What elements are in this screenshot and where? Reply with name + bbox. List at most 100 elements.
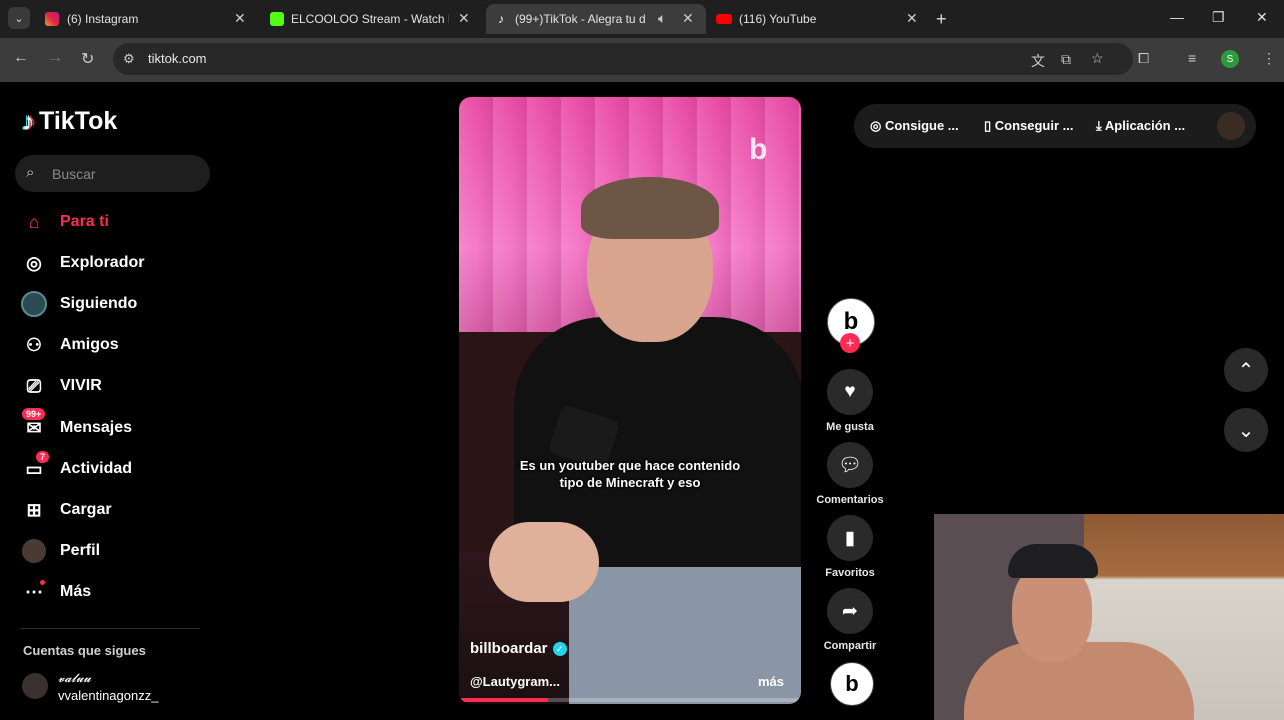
new-tab-button[interactable]: + (936, 9, 947, 30)
get-app-button[interactable]: ▯ Conseguir ... (984, 118, 1074, 134)
search-placeholder: Buscar (52, 166, 96, 182)
search-input[interactable]: ⌕ Buscar (15, 155, 210, 192)
tab-label: (116) YouTube (739, 12, 817, 26)
tab-instagram[interactable]: (6) Instagram ✕ (0, 4, 246, 34)
nav-label: Cargar (60, 501, 112, 518)
bookmark-icon: ▮ (844, 527, 856, 549)
extensions-icon[interactable]: ⧠ (1138, 50, 1149, 67)
nav-amigos[interactable]: ⚇ Amigos (20, 331, 119, 359)
webcam-overlay (934, 514, 1284, 720)
kick-favicon-icon (270, 12, 284, 26)
tab-youtube[interactable]: (116) YouTube ✕ (706, 4, 928, 34)
following-avatar-icon (20, 290, 48, 318)
video-description[interactable]: @Lautygram... (470, 674, 560, 689)
profile-avatar-icon[interactable]: S (1221, 50, 1239, 68)
bookmark-star-icon[interactable]: ☆ (1091, 50, 1104, 67)
tiktok-favicon-icon: ♪ (498, 12, 504, 26)
nav-cargar[interactable]: ⊞ Cargar (20, 496, 112, 524)
translate-icon[interactable]: 文 (1031, 51, 1045, 71)
tab-label: ELCOOLOO Stream - Watch Live (291, 12, 449, 26)
tab-close-icon[interactable]: ✕ (458, 10, 470, 27)
get-app-label: Conseguir ... (994, 118, 1074, 133)
video-author[interactable]: billboardar ✓ (470, 640, 567, 657)
get-coins-button[interactable]: ◎ Consigue ... (870, 118, 959, 134)
webcam-person-cap (1008, 544, 1098, 578)
next-video-button[interactable]: ⌄ (1224, 408, 1268, 452)
billboard-watermark-icon: b (749, 133, 768, 166)
share-button[interactable]: ➦ (827, 588, 873, 634)
reload-icon[interactable]: ↻ (81, 49, 94, 69)
previous-video-button[interactable]: ⌃ (1224, 348, 1268, 392)
nav-explorador[interactable]: ◎ Explorador (20, 249, 144, 277)
nav-vivir[interactable]: ⎚ VIVIR (20, 372, 102, 400)
video-more-link[interactable]: más (758, 674, 784, 689)
nav-siguiendo[interactable]: Siguiendo (20, 290, 137, 318)
video-progress-fill (459, 698, 548, 702)
music-disc-icon[interactable]: b (830, 662, 874, 706)
account-nickname[interactable]: 𝓿𝓪𝓵𝓾𝓾 (58, 671, 91, 686)
video-progress-bar[interactable] (459, 698, 801, 702)
share-label: Compartir (823, 640, 877, 652)
nav-para-ti[interactable]: ⌂ Para ti (20, 208, 109, 236)
back-icon[interactable]: ← (13, 49, 29, 67)
nav-label: Amigos (60, 336, 119, 353)
install-app-icon[interactable]: ⧉ (1061, 51, 1071, 68)
like-button[interactable]: ♥ (827, 369, 873, 415)
comments-button[interactable]: 💬︎ (827, 442, 873, 488)
nav-label: Actividad (60, 460, 133, 477)
messages-badge: 99+ (22, 408, 46, 420)
comments-label: Comentarios (816, 494, 884, 506)
account-avatar[interactable] (22, 673, 48, 699)
tiktok-logo[interactable]: ♪ TikTok (22, 106, 117, 137)
url-text[interactable]: tiktok.com (148, 51, 207, 66)
video-player[interactable]: b Es un youtuber que hace contenido tipo… (459, 97, 801, 704)
share-icon: ➦ (842, 600, 858, 622)
account-username[interactable]: vvalentinagonzz_ (58, 688, 158, 703)
tab-close-icon[interactable]: ✕ (906, 10, 918, 27)
webcam-person-body (964, 642, 1194, 720)
forward-icon[interactable]: → (47, 49, 63, 67)
sidebar-divider (20, 628, 200, 629)
download-app-button[interactable]: ⤓ Aplicación ... (1096, 118, 1185, 134)
user-avatar[interactable] (1217, 112, 1245, 140)
home-icon: ⌂ (28, 211, 40, 232)
video-person-hair (581, 177, 719, 239)
following-accounts-header: Cuentas que sigues (23, 643, 146, 658)
browser-toolbar: ← → ↻ ⚙ tiktok.com 文 ⧉ ☆ ⧠ ≡ S ⋮ (0, 38, 1284, 82)
minimize-icon[interactable]: — (1170, 9, 1184, 25)
nav-perfil[interactable]: Perfil (20, 537, 100, 565)
nav-mas[interactable]: ⋯ Más (20, 578, 91, 606)
coin-icon: ◎ (870, 118, 885, 133)
close-window-icon[interactable]: ✕ (1256, 9, 1268, 26)
tab-tiktok[interactable]: ♪ (99+)TikTok - Alegra tu día 🔈︎ ✕ (486, 4, 706, 34)
site-info-icon[interactable]: ⚙ (123, 51, 135, 67)
tab-elcooloo-stream[interactable]: ELCOOLOO Stream - Watch Live ✕ (222, 4, 470, 34)
nav-label: Perfil (60, 542, 101, 559)
upload-icon: ⊞ (26, 499, 42, 520)
favorites-button[interactable]: ▮ (827, 515, 873, 561)
comment-icon: 💬︎ (837, 455, 863, 476)
tiktok-logo-text: TikTok (39, 107, 118, 135)
media-controls-icon[interactable]: ≡ (1188, 50, 1196, 66)
tab-label: (99+)TikTok - Alegra tu día (515, 12, 645, 26)
like-label: Me gusta (826, 421, 874, 433)
heart-icon: ♥ (844, 381, 856, 402)
nav-label: Para ti (60, 213, 109, 230)
restore-icon[interactable]: ❐ (1212, 9, 1225, 26)
chevron-up-icon: ⌃ (1237, 359, 1255, 382)
top-actions-bar: ◎ Consigue ... ▯ Conseguir ... ⤓ Aplicac… (854, 104, 1256, 148)
browser-tab-bar: ⌄ (6) Instagram ✕ ELCOOLOO Stream - Watc… (0, 0, 1284, 38)
verified-icon: ✓ (552, 641, 567, 656)
nav-mensajes[interactable]: ✉ 99+ Mensajes (20, 408, 133, 442)
nav-label: Mensajes (60, 419, 133, 436)
follow-button[interactable]: + (840, 333, 860, 353)
tab-close-icon[interactable]: ✕ (682, 10, 694, 27)
video-subtitle: Es un youtuber que hace contenido tipo d… (499, 457, 761, 491)
browser-menu-icon[interactable]: ⋮ (1262, 50, 1276, 67)
nav-label: VIVIR (60, 377, 102, 394)
address-bar[interactable]: ⚙ tiktok.com 文 ⧉ ☆ (113, 43, 1133, 75)
video-author-name[interactable]: billboardar (470, 640, 548, 657)
tab-audio-icon[interactable]: 🔈︎ (658, 10, 666, 27)
compass-icon: ◎ (26, 252, 42, 273)
nav-actividad[interactable]: ▭ 7 Actividad (20, 451, 133, 483)
